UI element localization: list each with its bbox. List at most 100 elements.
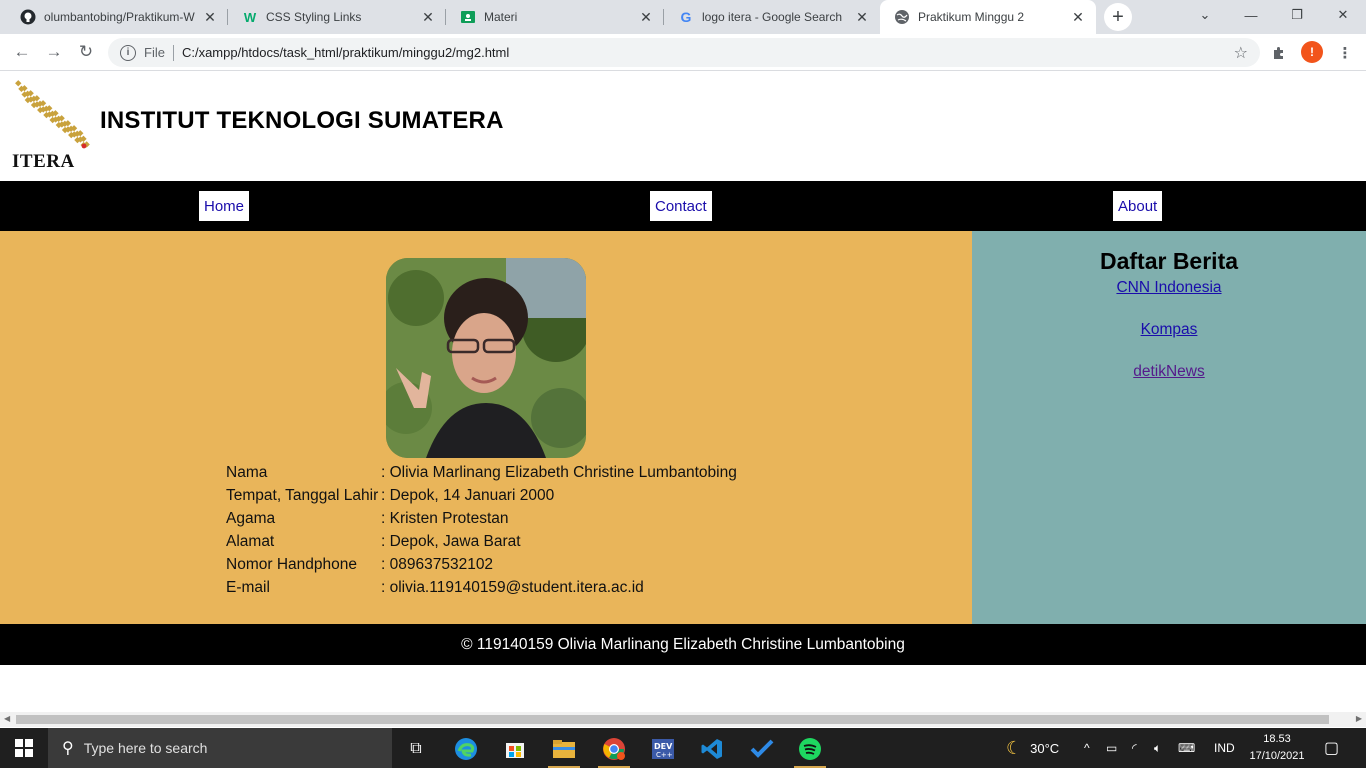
taskbar-search-box[interactable]: ⚲ Type here to search xyxy=(48,728,392,768)
extensions-puzzle-icon[interactable] xyxy=(1268,42,1290,64)
biodata-row: E-mail: olivia.119140159@student.itera.a… xyxy=(226,576,737,599)
tab-praktikum-minggu-2[interactable]: Praktikum Minggu 2 ✕ xyxy=(880,0,1096,34)
logo-text: ITERA xyxy=(12,151,75,172)
profile-photo xyxy=(386,258,586,458)
wifi-icon[interactable]: ◜ xyxy=(1132,728,1137,768)
svg-text:DEV: DEV xyxy=(654,742,673,751)
itera-logo: ITERA xyxy=(10,75,92,172)
scroll-left-arrow-icon[interactable]: ◀ xyxy=(4,714,10,723)
biodata-label: Alamat xyxy=(226,533,275,550)
tab-title: CSS Styling Links xyxy=(266,10,362,24)
task-view-icon[interactable]: ⧉ xyxy=(396,732,436,766)
biodata-label: Nama xyxy=(226,464,268,481)
notification-icon[interactable]: ▢ xyxy=(1324,728,1339,768)
bookmark-star-icon[interactable]: ☆ xyxy=(1234,43,1248,63)
minimize-button[interactable]: — xyxy=(1228,0,1274,30)
nav-about-link[interactable]: About xyxy=(1113,191,1163,221)
address-scheme: File xyxy=(144,45,165,60)
biodata-row: Tempat, Tanggal Lahir: Depok, 14 Januari… xyxy=(226,484,737,507)
tab-title: olumbantobing/Praktikum-W xyxy=(44,10,195,24)
browser-menu-icon[interactable]: ⋮ xyxy=(1334,42,1356,64)
tab-title: Materi xyxy=(484,10,518,24)
dev-cpp-icon[interactable]: DEV C++ xyxy=(643,732,683,766)
close-icon[interactable]: ✕ xyxy=(202,9,218,26)
biodata-row: Nomor Handphone : 089637532102 xyxy=(226,553,737,576)
close-icon[interactable]: ✕ xyxy=(854,9,870,26)
biodata-row: Nama: Olivia Marlinang Elizabeth Christi… xyxy=(226,461,737,484)
todo-checkmark-icon[interactable] xyxy=(742,732,782,766)
globe-icon xyxy=(894,9,910,25)
clock-date: 17/10/2021 xyxy=(1249,750,1305,762)
volume-icon[interactable]: 🔈︎ xyxy=(1154,728,1161,768)
news-link-cnn-indonesia[interactable]: CNN Indonesia xyxy=(972,279,1366,297)
horizontal-scrollbar[interactable]: ◀ ▶ xyxy=(0,712,1366,727)
weather-widget[interactable]: ☾ 30°C xyxy=(1006,728,1059,768)
scroll-right-arrow-icon[interactable]: ▶ xyxy=(1356,714,1362,723)
info-icon[interactable]: i xyxy=(120,44,136,61)
page-viewport: ITERA INSTITUT TEKNOLOGI SUMATERA Home C… xyxy=(0,71,1366,712)
microsoft-store-icon[interactable] xyxy=(495,732,535,766)
taskbar-search-placeholder: Type here to search xyxy=(83,740,208,756)
scrollbar-thumb[interactable] xyxy=(16,715,1329,724)
address-divider xyxy=(172,44,174,61)
biodata-row: Agama : Kristen Protestan xyxy=(226,507,737,530)
svg-text:C++: C++ xyxy=(656,751,673,759)
news-link-kompas[interactable]: Kompas xyxy=(972,321,1366,339)
site-footer: © 119140159 Olivia Marlinang Elizabeth C… xyxy=(0,624,1366,665)
nav-contact-link[interactable]: Contact xyxy=(650,191,712,221)
biodata-value: : Depok, 14 Januari 2000 xyxy=(381,487,555,504)
clock-time: 18.53 xyxy=(1263,733,1291,745)
vscode-icon[interactable] xyxy=(692,732,732,766)
google-icon: G xyxy=(680,9,692,25)
biodata-table: Nama: Olivia Marlinang Elizabeth Christi… xyxy=(226,461,737,599)
address-url[interactable]: C:/xampp/htdocs/task_html/praktikum/ming… xyxy=(182,45,509,60)
tab-github[interactable]: olumbantobing/Praktikum-W ✕ xyxy=(6,0,228,34)
chrome-icon[interactable] xyxy=(594,732,634,768)
biodata-value: : 089637532102 xyxy=(381,556,494,573)
close-icon[interactable]: ✕ xyxy=(1070,9,1086,26)
nav-home-link[interactable]: Home xyxy=(199,191,250,221)
site-header: ITERA INSTITUT TEKNOLOGI SUMATERA xyxy=(0,71,1366,181)
tab-google-search[interactable]: G logo itera - Google Search ✕ xyxy=(664,0,880,34)
tab-css-styling-links[interactable]: W CSS Styling Links ✕ xyxy=(228,0,446,34)
tab-title: Praktikum Minggu 2 xyxy=(918,10,1025,24)
tab-title: logo itera - Google Search xyxy=(702,10,843,24)
news-sidebar: Daftar Berita CNN Indonesia Kompas detik… xyxy=(972,231,1366,624)
forward-button[interactable]: → xyxy=(42,40,66,64)
close-icon[interactable]: ✕ xyxy=(420,9,436,26)
page-title: INSTITUT TEKNOLOGI SUMATERA xyxy=(100,107,504,134)
profile-section: Nama: Olivia Marlinang Elizabeth Christi… xyxy=(0,231,972,624)
show-hidden-icons-chevron-icon[interactable]: ^ xyxy=(1084,728,1090,768)
profile-avatar[interactable]: ! xyxy=(1301,41,1323,63)
window-close-button[interactable]: ✕ xyxy=(1320,0,1366,30)
taskbar-clock[interactable]: 18.53 17/10/2021 xyxy=(1244,731,1310,765)
new-tab-button[interactable]: + xyxy=(1104,3,1132,31)
keyboard-icon[interactable]: ⌨ xyxy=(1178,728,1195,768)
file-explorer-icon[interactable] xyxy=(544,732,584,768)
edge-icon[interactable] xyxy=(446,732,486,766)
site-nav: Home Contact About xyxy=(0,181,1366,231)
tab-materi[interactable]: Materi ✕ xyxy=(446,0,664,34)
biodata-label: Agama xyxy=(226,510,276,527)
biodata-value: : olivia.119140159@student.itera.ac.id xyxy=(381,579,644,596)
moon-cloud-icon: ☾ xyxy=(1006,737,1023,758)
classroom-icon xyxy=(460,9,476,25)
biodata-label: Nomor Handphone xyxy=(226,556,357,573)
windows-start-button[interactable] xyxy=(0,728,48,768)
close-icon[interactable]: ✕ xyxy=(638,9,654,26)
sidebar-title: Daftar Berita xyxy=(1099,248,1239,274)
w3schools-icon: W xyxy=(243,9,257,25)
back-button[interactable]: ← xyxy=(10,40,34,64)
spotify-icon[interactable] xyxy=(790,732,830,768)
input-language[interactable]: IND xyxy=(1214,728,1235,768)
biodata-value: : Depok, Jawa Barat xyxy=(381,533,521,550)
battery-icon[interactable]: ▭ xyxy=(1106,728,1117,768)
biodata-label: Tempat, Tanggal Lahir xyxy=(226,487,379,504)
weather-temperature: 30°C xyxy=(1030,740,1060,756)
restore-button[interactable]: ❐ xyxy=(1274,0,1320,30)
tab-search-button[interactable]: ⌄ xyxy=(1182,0,1228,30)
news-link-detiknews[interactable]: detikNews xyxy=(972,363,1366,381)
reload-button[interactable]: ↻ xyxy=(74,40,98,64)
biodata-value: : Kristen Protestan xyxy=(381,510,509,527)
address-bar[interactable]: i File C:/xampp/htdocs/task_html/praktik… xyxy=(108,38,1260,67)
